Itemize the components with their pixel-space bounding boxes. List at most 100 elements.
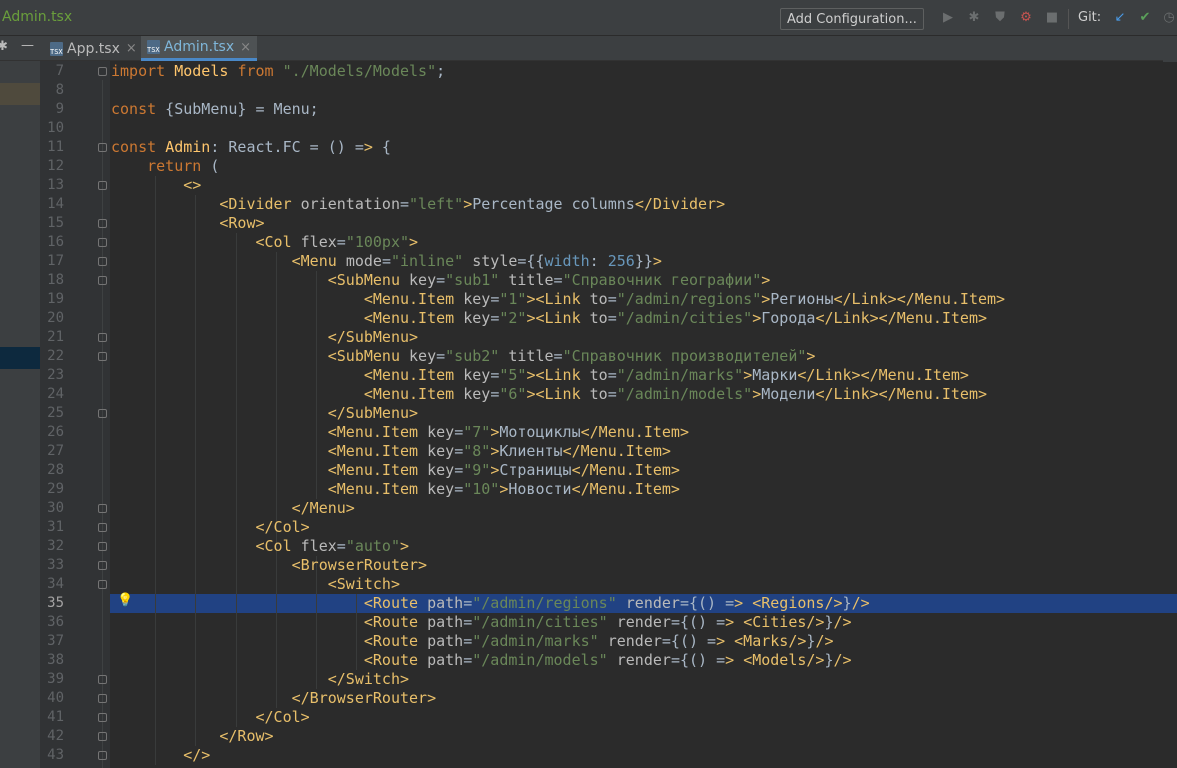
fold-marker-icon[interactable] — [98, 257, 107, 266]
code-line[interactable]: <SubMenu key="sub1" title="Справочник ге… — [111, 271, 771, 290]
code-line[interactable]: </Col> — [111, 518, 310, 537]
code-line[interactable]: const Admin: React.FC = () => { — [111, 138, 391, 157]
code-line[interactable]: </Col> — [111, 708, 310, 727]
git-history-icon[interactable]: ◷ — [1161, 10, 1177, 26]
fold-marker-icon[interactable] — [98, 675, 107, 684]
fold-marker-icon[interactable] — [98, 143, 107, 152]
code-line[interactable]: <Switch> — [111, 575, 400, 594]
code-line[interactable]: <Menu.Item key="9">Страницы</Menu.Item> — [111, 461, 680, 480]
line-number[interactable]: 16 — [40, 233, 64, 252]
code-line[interactable]: <Route path="/admin/models" render={() =… — [111, 651, 852, 670]
tree-item-highlight[interactable] — [0, 83, 40, 105]
line-number[interactable]: 35 — [40, 594, 64, 613]
code-line[interactable]: <BrowserRouter> — [111, 556, 427, 575]
fold-marker-icon[interactable] — [98, 219, 107, 228]
code-line[interactable]: <Menu.Item key="7">Мотоциклы</Menu.Item> — [111, 423, 689, 442]
line-number[interactable]: 36 — [40, 613, 64, 632]
fold-marker-icon[interactable] — [98, 523, 107, 532]
code-editor[interactable]: import Models from "./Models/Models"; con… — [110, 61, 1177, 768]
code-line[interactable]: <Route path="/admin/marks" render={() =>… — [111, 632, 834, 651]
minimize-icon[interactable]: — — [21, 38, 34, 53]
line-number[interactable]: 18 — [40, 271, 64, 290]
line-number[interactable]: 20 — [40, 309, 64, 328]
line-number[interactable]: 38 — [40, 651, 64, 670]
fold-marker-icon[interactable] — [98, 732, 107, 741]
code-line[interactable]: <Menu.Item key="1"><Link to="/admin/regi… — [111, 290, 1005, 309]
line-number[interactable]: 11 — [40, 138, 64, 157]
line-number[interactable]: 24 — [40, 385, 64, 404]
line-number[interactable]: 41 — [40, 708, 64, 727]
line-number[interactable]: 27 — [40, 442, 64, 461]
code-line[interactable]: <Menu.Item key="8">Клиенты</Menu.Item> — [111, 442, 671, 461]
git-commit-icon[interactable]: ✔ — [1137, 10, 1153, 26]
fold-marker-icon[interactable] — [98, 580, 107, 589]
code-line[interactable]: const {SubMenu} = Menu; — [111, 100, 319, 119]
line-number[interactable]: 9 — [40, 100, 64, 119]
code-line[interactable]: </> — [111, 746, 210, 765]
close-icon[interactable]: × — [126, 41, 137, 56]
fold-marker-icon[interactable] — [98, 542, 107, 551]
line-number[interactable]: 40 — [40, 689, 64, 708]
project-tool-window[interactable] — [0, 61, 40, 768]
code-line[interactable]: <Col flex="auto"> — [111, 537, 410, 556]
fold-marker-icon[interactable] — [98, 352, 107, 361]
code-line[interactable]: <Col flex="100px"> — [111, 233, 419, 252]
run-icon[interactable]: ▶ — [940, 10, 956, 26]
line-number[interactable]: 7 — [40, 62, 64, 81]
code-line[interactable]: <Route path="/admin/regions" render={() … — [111, 594, 870, 613]
fold-marker-icon[interactable] — [98, 276, 107, 285]
line-number[interactable]: 19 — [40, 290, 64, 309]
line-number[interactable]: 10 — [40, 119, 64, 138]
close-icon[interactable]: × — [240, 40, 251, 55]
code-line[interactable]: <> — [111, 176, 201, 195]
line-number[interactable]: 28 — [40, 461, 64, 480]
fold-marker-icon[interactable] — [98, 504, 107, 513]
line-number[interactable]: 32 — [40, 537, 64, 556]
code-line[interactable]: <Menu.Item key="2"><Link to="/admin/citi… — [111, 309, 987, 328]
line-number[interactable]: 42 — [40, 727, 64, 746]
code-line[interactable]: <Row> — [111, 214, 264, 233]
line-number[interactable]: 23 — [40, 366, 64, 385]
code-line[interactable]: <Route path="/admin/cities" render={() =… — [111, 613, 852, 632]
fold-marker-icon[interactable] — [98, 561, 107, 570]
debug-icon[interactable]: ✱ — [966, 10, 982, 26]
lightbulb-icon[interactable]: 💡 — [117, 593, 133, 608]
line-number[interactable]: 30 — [40, 499, 64, 518]
fold-marker-icon[interactable] — [98, 67, 107, 76]
profile-icon[interactable]: ⚙ — [1018, 10, 1034, 26]
line-number[interactable]: 33 — [40, 556, 64, 575]
code-line[interactable]: <Menu.Item key="6"><Link to="/admin/mode… — [111, 385, 987, 404]
code-line[interactable]: <Menu mode="inline" style={{width: 256}}… — [111, 252, 662, 271]
add-configuration-button[interactable]: Add Configuration... — [780, 8, 924, 30]
line-number[interactable]: 34 — [40, 575, 64, 594]
code-line[interactable]: return ( — [111, 157, 219, 176]
line-number[interactable]: 43 — [40, 746, 64, 765]
fold-marker-icon[interactable] — [98, 409, 107, 418]
tab-admin-tsx[interactable]: TSX Admin.tsx × — [141, 36, 258, 61]
line-number[interactable]: 21 — [40, 328, 64, 347]
fold-marker-icon[interactable] — [98, 694, 107, 703]
code-line[interactable]: import Models from "./Models/Models"; — [111, 62, 445, 81]
code-line[interactable]: </SubMenu> — [111, 328, 418, 347]
file-breadcrumb[interactable]: Admin.tsx — [2, 9, 72, 25]
line-number[interactable]: 39 — [40, 670, 64, 689]
line-number[interactable]: 15 — [40, 214, 64, 233]
line-number[interactable]: 25 — [40, 404, 64, 423]
line-number[interactable]: 22 — [40, 347, 64, 366]
code-line[interactable]: <Divider orientation="left">Percentage c… — [111, 195, 725, 214]
code-line[interactable]: </Switch> — [111, 670, 409, 689]
line-number[interactable]: 12 — [40, 157, 64, 176]
code-line[interactable]: </Row> — [111, 727, 273, 746]
code-line[interactable]: <Menu.Item key="10">Новости</Menu.Item> — [111, 480, 680, 499]
fold-marker-icon[interactable] — [98, 181, 107, 190]
code-line[interactable]: <Menu.Item key="5"><Link to="/admin/mark… — [111, 366, 969, 385]
line-number[interactable]: 37 — [40, 632, 64, 651]
code-line[interactable]: </BrowserRouter> — [111, 689, 437, 708]
stop-icon[interactable]: ■ — [1044, 10, 1060, 26]
line-number[interactable]: 8 — [40, 81, 64, 100]
gear-icon[interactable]: ✱ — [0, 39, 8, 54]
line-number[interactable]: 17 — [40, 252, 64, 271]
fold-marker-icon[interactable] — [98, 713, 107, 722]
tree-item-selected[interactable] — [0, 347, 40, 369]
git-update-icon[interactable]: ↙ — [1112, 10, 1128, 26]
